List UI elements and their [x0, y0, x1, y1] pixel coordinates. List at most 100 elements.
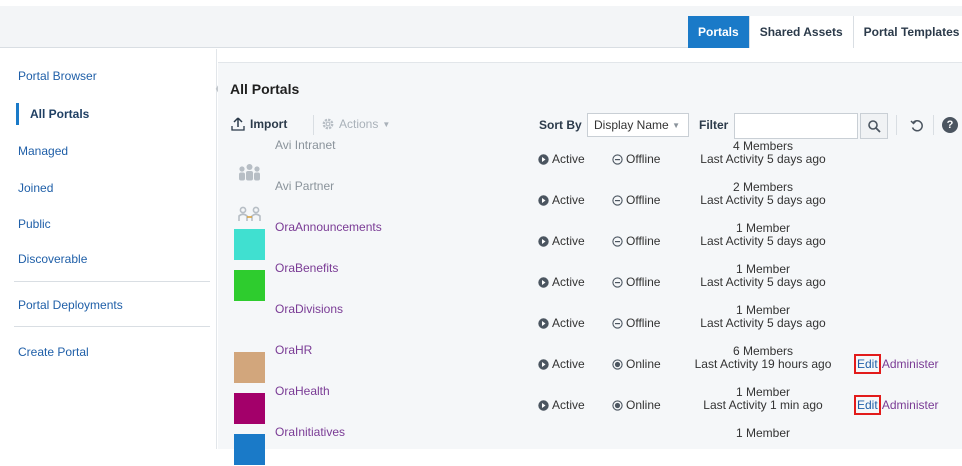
active-status-icon — [538, 399, 549, 411]
active-status-icon — [538, 235, 549, 247]
tab-portals[interactable]: Portals — [688, 16, 749, 48]
status-label: Active — [552, 193, 585, 207]
list-item: OraBenefits Active Offline 1 Member Last… — [218, 261, 962, 302]
portal-name[interactable]: OraAnnouncements — [275, 220, 382, 234]
sidebar-divider — [14, 326, 210, 327]
sidebar-item-discoverable[interactable]: Discoverable — [18, 252, 87, 266]
help-icon[interactable]: ? — [942, 117, 958, 133]
list-item: OraDivisions Active Offline 1 Member Las… — [218, 302, 962, 343]
page-title: All Portals — [230, 81, 300, 97]
member-activity: 2 Members Last Activity 5 days ago — [688, 181, 838, 207]
toolbar-divider — [896, 115, 897, 135]
member-activity: 4 Members Last Activity 5 days ago — [688, 140, 838, 166]
status-offline: Offline — [612, 316, 660, 330]
status-label: Active — [552, 316, 585, 330]
actions-label: Actions — [339, 117, 379, 131]
active-status-icon — [538, 276, 549, 288]
edit-link[interactable]: Edit — [854, 395, 881, 415]
offline-status-icon — [612, 153, 623, 165]
search-button[interactable] — [860, 113, 888, 139]
online-status-icon — [612, 399, 623, 411]
state-label: Online — [626, 357, 661, 371]
sidebar-item-joined[interactable]: Joined — [18, 181, 53, 195]
portal-thumbnail — [234, 393, 265, 424]
status-label: Active — [552, 234, 585, 248]
last-activity: Last Activity 5 days ago — [700, 152, 826, 166]
status-label: Active — [552, 152, 585, 166]
last-activity: Last Activity 5 days ago — [700, 275, 826, 289]
active-status-icon — [538, 153, 549, 165]
chevron-down-icon: ▼ — [382, 119, 391, 129]
status-offline: Offline — [612, 234, 660, 248]
administer-link[interactable]: Administer — [882, 357, 939, 371]
state-label: Online — [626, 398, 661, 412]
actions-button[interactable]: Actions ▼ — [321, 117, 390, 131]
row-actions: Edit|Administer — [854, 354, 939, 374]
portal-thumbnail — [234, 270, 265, 301]
portal-thumbnail — [234, 229, 265, 260]
status-offline: Offline — [612, 275, 660, 289]
filter-input[interactable] — [734, 113, 858, 139]
sidebar-item-portal-deployments[interactable]: Portal Deployments — [18, 298, 123, 312]
toolbar-divider — [313, 115, 314, 135]
sidebar-item-all-portals[interactable]: All Portals — [30, 107, 89, 121]
member-activity: 1 Member Last Activity 5 days ago — [688, 304, 838, 330]
upload-icon — [231, 117, 245, 131]
portal-thumbnail — [234, 352, 265, 383]
active-status-icon — [538, 317, 549, 329]
status-active: Active — [538, 275, 585, 289]
portal-name[interactable]: OraHR — [275, 343, 312, 357]
active-status-icon — [538, 358, 549, 370]
status-active: Active — [538, 152, 585, 166]
state-label: Offline — [626, 234, 661, 248]
toolbar-divider — [933, 115, 934, 135]
offline-status-icon — [612, 276, 623, 288]
status-label: Active — [552, 357, 585, 371]
top-bar: Portals Shared Assets Portal Templates — [0, 6, 962, 48]
list-item: OraHR Active Online 6 Members Last Activ… — [218, 343, 962, 384]
sidebar-item-managed[interactable]: Managed — [18, 144, 68, 158]
offline-status-icon — [612, 235, 623, 247]
offline-status-icon — [612, 317, 623, 329]
status-online: Online — [612, 357, 661, 371]
main-panel: All Portals Import Actions ▼ Sort By Dis… — [218, 62, 962, 465]
portal-name[interactable]: OraBenefits — [275, 261, 338, 275]
status-label: Active — [552, 275, 585, 289]
filter-label: Filter — [699, 118, 729, 132]
refresh-icon — [910, 120, 923, 132]
portal-name[interactable]: OraDivisions — [275, 302, 343, 316]
top-tabs: Portals Shared Assets Portal Templates — [688, 16, 962, 48]
sidebar-item-create-portal[interactable]: Create Portal — [18, 345, 89, 359]
portal-name[interactable]: OraHealth — [275, 384, 330, 398]
state-label: Offline — [626, 193, 661, 207]
sidebar-divider — [14, 281, 210, 282]
edit-link[interactable]: Edit — [854, 354, 881, 374]
member-activity: 1 Member Last Activity 5 days ago — [688, 222, 838, 248]
import-button[interactable]: Import — [230, 117, 287, 131]
tab-portal-templates[interactable]: Portal Templates — [852, 16, 962, 48]
portal-name[interactable]: Avi Intranet — [275, 138, 335, 152]
state-label: Offline — [626, 152, 661, 166]
last-activity: Last Activity 1 min ago — [703, 398, 823, 412]
tab-shared-assets[interactable]: Shared Assets — [748, 16, 853, 48]
administer-link[interactable]: Administer — [882, 398, 939, 412]
row-actions: Edit|Administer — [854, 395, 939, 415]
sidebar-item-portal-browser[interactable]: Portal Browser — [18, 69, 97, 83]
list-item: OraHealth Active Online 1 Member Last Ac… — [218, 384, 962, 425]
sidebar: Portal Browser All Portals Managed Joine… — [0, 49, 217, 449]
toolbar: Import Actions ▼ Sort By Display Name ▼ … — [218, 113, 962, 139]
active-status-icon — [538, 194, 549, 206]
sort-by-select[interactable]: Display Name ▼ — [587, 113, 689, 137]
sort-by-value: Display Name — [594, 118, 669, 132]
last-activity: Last Activity 5 days ago — [700, 316, 826, 330]
status-online: Online — [612, 398, 661, 412]
chevron-down-icon: ▼ — [672, 121, 680, 130]
sidebar-item-public[interactable]: Public — [18, 217, 51, 231]
member-activity: 6 Members Last Activity 19 hours ago — [688, 345, 838, 371]
state-label: Offline — [626, 316, 661, 330]
last-activity: Last Activity 5 days ago — [700, 193, 826, 207]
portal-name[interactable]: OraInitiatives — [275, 425, 345, 439]
status-active: Active — [538, 398, 585, 412]
refresh-button[interactable] — [906, 115, 928, 137]
portal-name[interactable]: Avi Partner — [275, 179, 334, 193]
